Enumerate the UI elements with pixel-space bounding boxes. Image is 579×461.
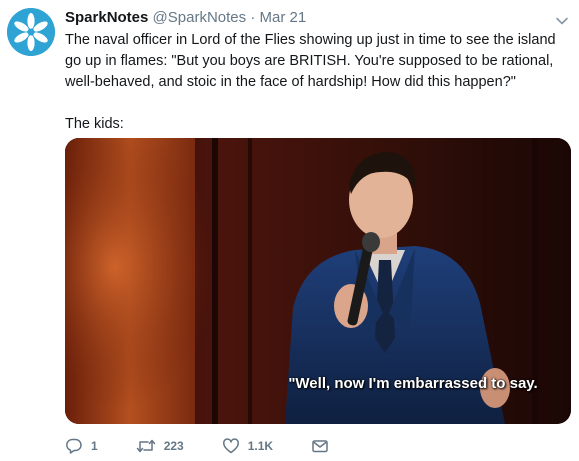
direct-message-button[interactable] [311, 437, 329, 455]
retweet-icon [136, 439, 155, 453]
like-count: 1.1K [247, 439, 274, 453]
tweet-actions: 1 223 1.1K [65, 436, 367, 456]
tweet-content: SparkNotes @SparkNotes · Mar 21 The nava… [65, 8, 565, 135]
envelope-icon [312, 440, 328, 453]
video-subtitle: "Well, now I'm embarrassed to say. [288, 375, 538, 392]
reply-count: 1 [91, 439, 98, 453]
tweet-text: The naval officer in Lord of the Flies s… [65, 32, 556, 132]
header-separator: · [250, 9, 256, 26]
chevron-down-icon[interactable] [555, 14, 569, 28]
like-button[interactable]: 1.1K [222, 437, 273, 455]
reply-button[interactable]: 1 [65, 437, 98, 455]
heart-icon [222, 438, 239, 454]
reply-icon [66, 438, 82, 454]
author-handle[interactable]: @SparkNotes [153, 9, 247, 26]
retweet-count: 223 [163, 439, 184, 453]
tweet-date[interactable]: Mar 21 [260, 9, 307, 26]
tweet-card[interactable]: SparkNotes @SparkNotes · Mar 21 The nava… [0, 0, 579, 461]
retweet-button[interactable]: 223 [136, 437, 184, 455]
avatar[interactable] [7, 8, 55, 56]
sparknotes-logo-icon [7, 8, 55, 56]
tweet-media[interactable]: "Well, now I'm embarrassed to say. [65, 138, 571, 424]
author-name[interactable]: SparkNotes [65, 9, 148, 26]
tweet-header: SparkNotes @SparkNotes · Mar 21 [65, 8, 565, 28]
